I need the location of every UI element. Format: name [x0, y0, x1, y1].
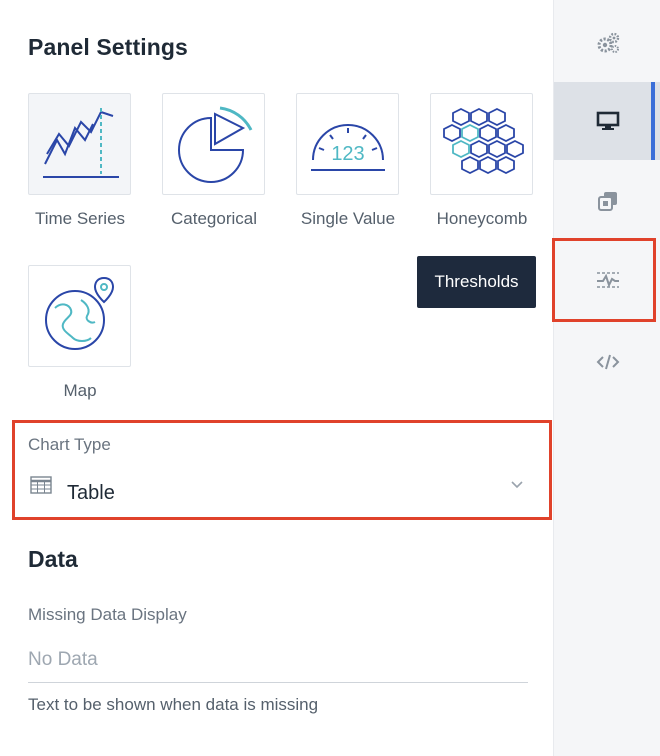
- monitor-icon: [596, 111, 619, 130]
- thresholds-icon: [596, 272, 619, 288]
- input-underline: [28, 682, 528, 683]
- categorical-label: Categorical: [171, 209, 257, 228]
- missing-data-placeholder: No Data: [28, 649, 98, 670]
- chevron-down-icon: [511, 481, 523, 489]
- honeycomb-tile[interactable]: [430, 93, 533, 195]
- map-label: Map: [63, 381, 97, 400]
- chart-type-dropdown[interactable]: Table: [24, 466, 540, 510]
- globe-icon: [45, 276, 115, 350]
- data-section-title: Data: [28, 546, 78, 572]
- time-series-icon: [43, 108, 119, 178]
- missing-data-help: Text to be shown when data is missing: [28, 695, 319, 714]
- missing-data-label: Missing Data Display: [28, 605, 187, 624]
- panel-settings-main: Panel Settings Time Series Categorical 1: [0, 0, 553, 756]
- page-title: Panel Settings: [28, 34, 188, 60]
- single-value-tile[interactable]: 123: [296, 93, 399, 195]
- map-tile[interactable]: [28, 265, 131, 367]
- rail-item-thresholds[interactable]: [554, 241, 660, 319]
- settings-rail: [552, 0, 660, 756]
- rail-item-overlays[interactable]: [554, 162, 660, 240]
- table-icon: [30, 476, 52, 494]
- rail-item-general[interactable]: [554, 4, 660, 82]
- categorical-tile[interactable]: [162, 93, 265, 195]
- chart-type-label: Chart Type: [28, 435, 111, 454]
- pie-chart-icon: [178, 106, 253, 183]
- single-value-label: Single Value: [300, 209, 396, 228]
- missing-data-input[interactable]: No Data: [28, 640, 528, 684]
- gauge-number: 123: [331, 143, 364, 165]
- code-icon: [596, 354, 619, 370]
- layers-icon: [597, 192, 617, 211]
- time-series-label: Time Series: [34, 209, 126, 228]
- thresholds-tooltip: Thresholds: [417, 256, 536, 308]
- rail-item-code[interactable]: [554, 323, 660, 401]
- rail-item-display[interactable]: [554, 82, 660, 160]
- chart-type-value: Table: [67, 482, 115, 504]
- time-series-tile[interactable]: [28, 93, 131, 195]
- honeycomb-label: Honeycomb: [436, 209, 528, 228]
- honeycomb-icon: [443, 107, 524, 175]
- gears-icon: [597, 32, 619, 53]
- gauge-icon: 123: [311, 124, 385, 171]
